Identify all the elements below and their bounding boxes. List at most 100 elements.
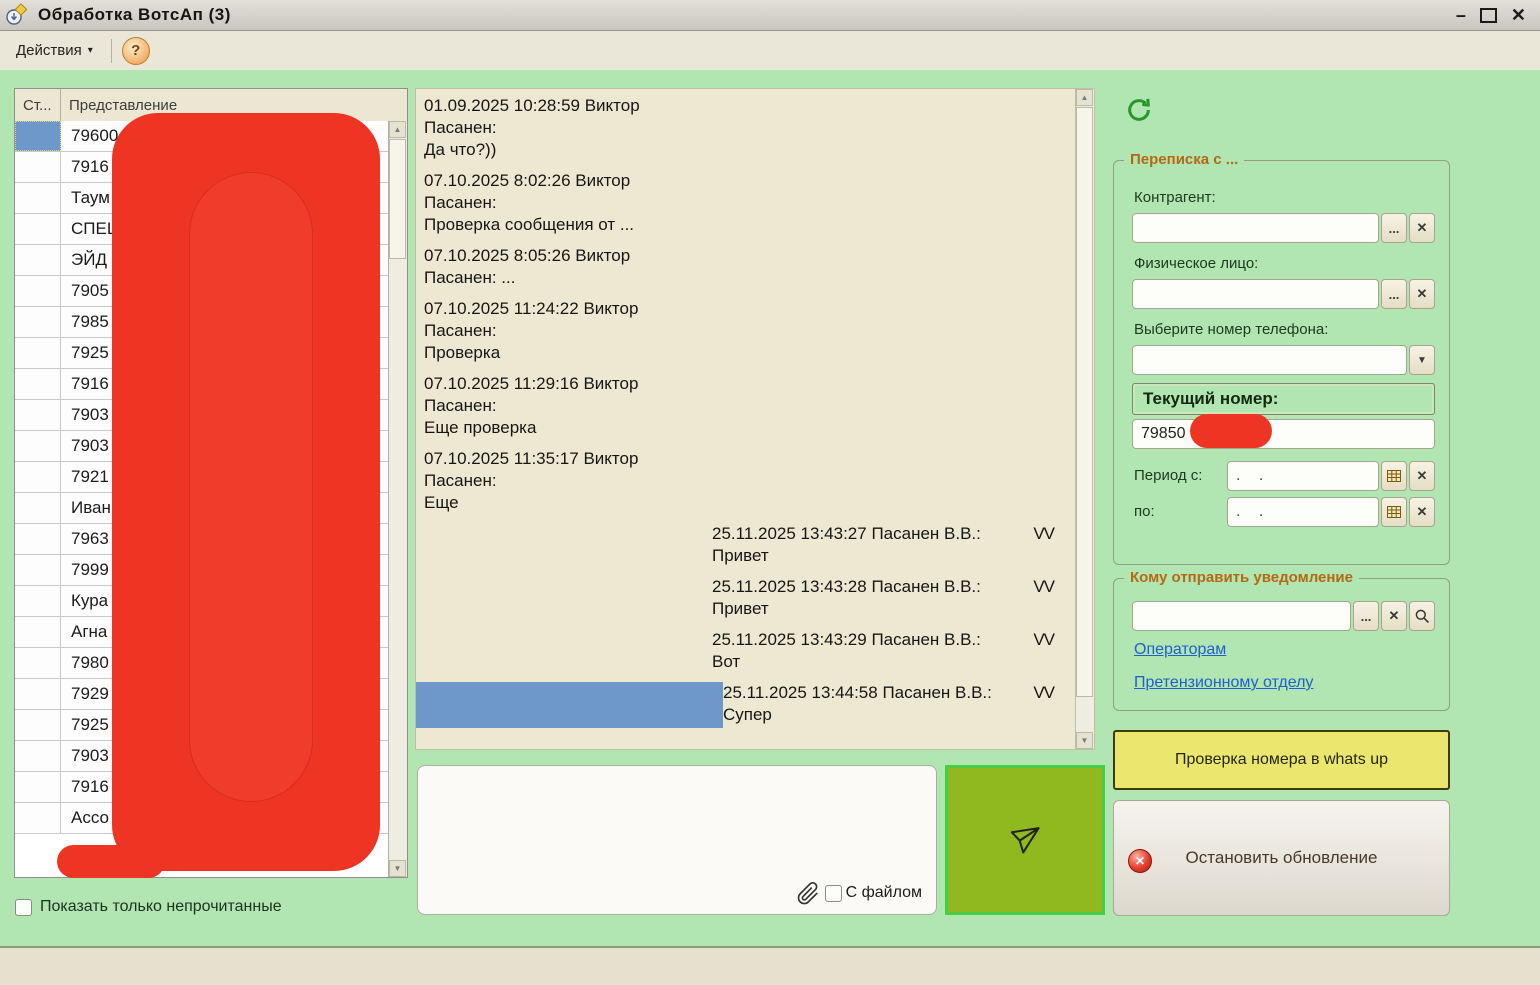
status-cell[interactable] (15, 369, 61, 399)
phone-select-input[interactable] (1132, 345, 1407, 375)
message-text: Супер (723, 704, 1054, 726)
redaction-overlay (112, 113, 380, 871)
scroll-up-icon[interactable]: ▲ (389, 121, 406, 138)
send-button[interactable] (945, 765, 1105, 915)
scroll-down-icon[interactable]: ▼ (389, 860, 406, 877)
status-cell[interactable] (15, 741, 61, 771)
message-text: Проверка сообщения от ... (424, 214, 676, 236)
outgoing-message[interactable]: 25.11.2025 13:44:58 Пасанен В.В.:VVСупер (723, 682, 1054, 726)
status-cell[interactable] (15, 183, 61, 213)
status-cell[interactable] (15, 710, 61, 740)
person-clear-button[interactable]: ✕ (1409, 279, 1435, 309)
notify-recipient-input[interactable] (1132, 601, 1351, 631)
notify-lookup-button[interactable]: ... (1353, 601, 1379, 631)
redaction-overlay-inner (190, 173, 312, 801)
incoming-message[interactable]: 07.10.2025 11:29:16 Виктор Пасанен:Еще п… (424, 373, 676, 439)
person-label: Физическое лицо: (1134, 255, 1258, 272)
with-file-checkbox[interactable] (825, 885, 842, 902)
period-to-clear-button[interactable]: ✕ (1409, 497, 1435, 527)
period-to-input[interactable]: . . (1227, 497, 1379, 527)
check-number-button[interactable]: Проверка номера в whats up (1113, 730, 1450, 790)
status-cell[interactable] (15, 555, 61, 585)
message-header: 07.10.2025 11:35:17 Виктор Пасанен: (424, 448, 676, 492)
incoming-message[interactable]: 07.10.2025 11:24:22 Виктор Пасанен:Прове… (424, 298, 676, 364)
outgoing-message[interactable]: 25.11.2025 13:43:29 Пасанен В.В.:VVВот (712, 629, 1054, 673)
status-cell[interactable] (15, 803, 61, 833)
contractor-lookup-button[interactable]: ... (1381, 213, 1407, 243)
status-cell[interactable] (15, 338, 61, 368)
scrollbar-thumb[interactable] (389, 139, 406, 259)
notify-link[interactable]: Претензионному отделу (1134, 674, 1313, 692)
title-bar: Обработка ВотсАп (3) – ✕ (0, 0, 1540, 31)
show-unread-row: Показать только непрочитанные (15, 898, 282, 916)
notify-clear-button[interactable]: ✕ (1381, 601, 1407, 631)
notify-group-title: Кому отправить уведомление (1124, 569, 1359, 586)
status-cell[interactable] (15, 431, 61, 461)
current-number-label: Текущий номер: (1143, 389, 1278, 409)
search-icon[interactable] (1409, 601, 1435, 631)
status-cell[interactable] (15, 276, 61, 306)
incoming-message[interactable]: 07.10.2025 11:35:17 Виктор Пасанен:Еще (424, 448, 676, 514)
message-input[interactable]: С файлом (417, 765, 937, 915)
stop-icon: ✕ (1128, 849, 1152, 873)
minimize-button[interactable]: – (1456, 6, 1466, 24)
outgoing-message[interactable]: 25.11.2025 13:43:27 Пасанен В.В.:VVПриве… (712, 523, 1054, 567)
status-cell[interactable] (15, 152, 61, 182)
message-header: 25.11.2025 13:44:58 Пасанен В.В.: (723, 682, 992, 704)
period-from-input[interactable]: . . (1227, 461, 1379, 491)
show-unread-checkbox[interactable] (15, 899, 32, 916)
chat-scrollbar[interactable]: ▲ ▼ (1075, 89, 1094, 749)
status-cell[interactable] (15, 679, 61, 709)
calendar-icon[interactable] (1381, 497, 1407, 527)
notify-link[interactable]: Операторам (1134, 641, 1226, 659)
stop-update-button[interactable]: ✕ Остановить обновление (1113, 800, 1450, 916)
status-cell[interactable] (15, 245, 61, 275)
contractor-clear-button[interactable]: ✕ (1409, 213, 1435, 243)
status-cell[interactable] (15, 307, 61, 337)
toolbar: Действия ▾ ? (0, 31, 1540, 71)
selection-highlight (416, 682, 723, 728)
outgoing-message[interactable]: 25.11.2025 13:43:28 Пасанен В.В.:VVПриве… (712, 576, 1054, 620)
incoming-message[interactable]: 01.09.2025 10:28:59 Виктор Пасанен:Да чт… (424, 95, 676, 161)
status-cell[interactable] (15, 586, 61, 616)
status-cell[interactable] (15, 214, 61, 244)
table-scrollbar[interactable]: ▲ ▼ (388, 121, 407, 877)
app-window: Обработка ВотсАп (3) – ✕ Действия ▾ ? Ст… (0, 0, 1540, 985)
phone-dropdown-button[interactable]: ▼ (1409, 345, 1435, 375)
delivery-status: VV (1033, 629, 1054, 651)
message-text: Еще (424, 492, 676, 514)
window-title: Обработка ВотсАп (3) (38, 5, 231, 25)
status-cell[interactable] (15, 493, 61, 523)
status-cell[interactable] (15, 400, 61, 430)
contractor-input[interactable] (1132, 213, 1379, 243)
incoming-message[interactable]: 07.10.2025 8:02:26 Виктор Пасанен:Провер… (424, 170, 676, 236)
refresh-button[interactable] (1125, 96, 1153, 124)
scroll-down-icon[interactable]: ▼ (1076, 732, 1093, 749)
incoming-message[interactable]: 07.10.2025 8:05:26 Виктор Пасанен: ... (424, 245, 676, 289)
status-cell[interactable] (15, 772, 61, 802)
help-button[interactable]: ? (122, 37, 150, 65)
status-cell[interactable] (15, 617, 61, 647)
actions-menu-button[interactable]: Действия ▾ (8, 38, 101, 63)
person-input[interactable] (1132, 279, 1379, 309)
period-from-clear-button[interactable]: ✕ (1409, 461, 1435, 491)
redaction-overlay (57, 845, 165, 878)
current-number-input[interactable]: 79850 (1132, 419, 1435, 449)
send-plane-icon (1006, 821, 1044, 859)
status-cell[interactable] (15, 462, 61, 492)
message-header: 07.10.2025 11:29:16 Виктор Пасанен: (424, 373, 676, 417)
person-lookup-button[interactable]: ... (1381, 279, 1407, 309)
close-button[interactable]: ✕ (1511, 6, 1526, 24)
maximize-button[interactable] (1480, 8, 1497, 23)
status-cell[interactable] (15, 524, 61, 554)
paperclip-icon[interactable] (795, 880, 821, 906)
scrollbar-thumb[interactable] (1076, 107, 1093, 697)
message-header: 07.10.2025 8:02:26 Виктор Пасанен: (424, 170, 676, 214)
redaction-overlay (1190, 414, 1272, 448)
message-header: 07.10.2025 8:05:26 Виктор Пасанен: ... (424, 245, 676, 289)
column-header-status[interactable]: Ст... (15, 89, 61, 121)
status-cell[interactable] (15, 648, 61, 678)
calendar-icon[interactable] (1381, 461, 1407, 491)
status-cell-selected[interactable] (15, 121, 61, 151)
scroll-up-icon[interactable]: ▲ (1076, 89, 1093, 106)
